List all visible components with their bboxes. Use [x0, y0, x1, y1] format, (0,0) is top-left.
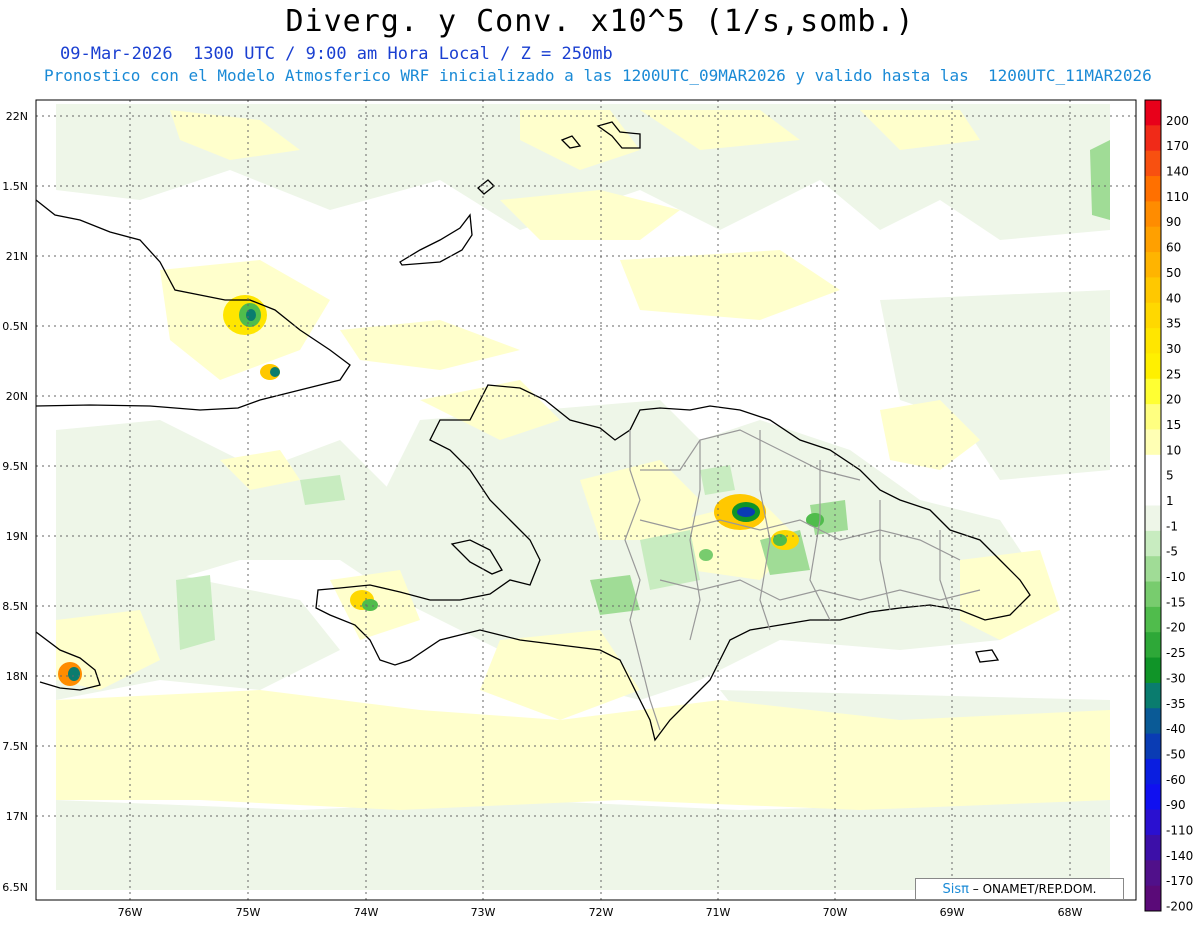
colorbar-swatch: [1145, 378, 1161, 405]
lat-label: 6.5N: [2, 881, 28, 894]
colorbar-label: 35: [1166, 317, 1181, 331]
lat-label: 21N: [6, 250, 28, 263]
colorbar-label: 60: [1166, 241, 1181, 255]
colorbar-swatch: [1145, 530, 1161, 557]
colorbar-swatch: [1145, 809, 1161, 836]
colorbar-label: 170: [1166, 139, 1189, 153]
sispi-logo: Sisπ: [942, 882, 969, 897]
colorbar-swatch: [1145, 176, 1161, 202]
colorbar-label: 30: [1166, 342, 1181, 356]
colorbar-label: 25: [1166, 367, 1181, 381]
colorbar: 200 170 140 110 90 60 50 40 35 30 25 20 15 10 5 1 -1 -5 -1…: [1144, 99, 1193, 914]
colorbar-label: -5: [1166, 545, 1178, 559]
colorbar-label: -15: [1166, 595, 1186, 609]
colorbar-swatch: [1145, 784, 1161, 811]
latitude-labels: 22N 1.5N 21N 0.5N 20N 9.5N 19N 8.5N 18N …: [2, 110, 28, 894]
colorbar-label: -10: [1166, 570, 1186, 584]
colorbar-label: 90: [1166, 215, 1181, 229]
colorbar-swatch: [1145, 150, 1161, 177]
colorbar-swatch: [1145, 480, 1161, 506]
colorbar-label: -30: [1166, 671, 1186, 685]
colorbar-swatch: [1145, 201, 1161, 228]
colorbar-swatch: [1145, 100, 1161, 126]
lon-label: 71W: [706, 906, 731, 919]
colorbar-swatch: [1145, 429, 1161, 456]
lon-label: 72W: [589, 906, 614, 919]
colorbar-swatch: [1145, 302, 1161, 329]
colorbar-swatch: [1145, 226, 1161, 253]
colorbar-swatch: [1145, 125, 1161, 152]
colorbar-swatch: [1145, 860, 1161, 887]
colorbar-label: -140: [1166, 849, 1193, 863]
colorbar-label: 20: [1166, 393, 1181, 407]
lat-label: 17N: [6, 810, 28, 823]
colorbar-label: -40: [1166, 722, 1186, 736]
colorbar-swatch: [1145, 556, 1161, 583]
lon-label: 75W: [236, 906, 261, 919]
colorbar-label: -1: [1166, 519, 1178, 533]
credit-text: – ONAMET/REP.DOM.: [968, 882, 1097, 896]
colorbar-swatch: [1145, 733, 1161, 760]
colorbar-label: 40: [1166, 291, 1181, 305]
colorbar-label: -110: [1166, 823, 1193, 837]
colorbar-label: -35: [1166, 697, 1186, 711]
colorbar-swatch: [1145, 682, 1161, 709]
colorbar-swatch: [1145, 353, 1161, 380]
lon-label: 68W: [1058, 906, 1083, 919]
colorbar-label: -170: [1166, 874, 1193, 888]
lat-label: 1.5N: [2, 180, 28, 193]
colorbar-label: 110: [1166, 190, 1189, 204]
longitude-labels: 76W 75W 74W 73W 72W 71W 70W 69W 68W: [118, 906, 1083, 919]
colorbar-label: -50: [1166, 747, 1186, 761]
colorbar-label: 50: [1166, 266, 1181, 280]
lat-label: 20N: [6, 390, 28, 403]
colorbar-swatch: [1145, 252, 1161, 278]
colorbar-label: 10: [1166, 443, 1181, 457]
colorbar-swatch: [1145, 758, 1161, 785]
colorbar-swatch: [1145, 632, 1161, 659]
lat-label: 7.5N: [2, 740, 28, 753]
lon-label: 70W: [823, 906, 848, 919]
colorbar-label: -20: [1166, 621, 1186, 635]
colorbar-label: 15: [1166, 418, 1181, 432]
colorbar-swatch: [1145, 581, 1161, 608]
lon-label: 76W: [118, 906, 143, 919]
colorbar-swatch: [1145, 328, 1161, 354]
colorbar-label: 1: [1166, 494, 1174, 508]
colorbar-label: 5: [1166, 469, 1174, 483]
colorbar-label: -90: [1166, 798, 1186, 812]
colorbar-swatch: [1145, 834, 1161, 861]
divergence-map: 22N 1.5N 21N 0.5N 20N 9.5N 19N 8.5N 18N …: [2, 99, 1193, 919]
credit-box: Sisπ – ONAMET/REP.DOM.: [915, 878, 1124, 900]
colorbar-swatch: [1145, 885, 1161, 912]
colorbar-label: -25: [1166, 646, 1186, 660]
lon-label: 74W: [354, 906, 379, 919]
colorbar-swatch: [1145, 404, 1161, 430]
colorbar-label: -200: [1166, 900, 1193, 914]
colorbar-swatch: [1145, 657, 1161, 684]
lat-label: 18N: [6, 670, 28, 683]
colorbar-label: -60: [1166, 773, 1186, 787]
colorbar-swatch: [1145, 606, 1161, 633]
lon-label: 69W: [940, 906, 965, 919]
colorbar-label: 140: [1166, 165, 1189, 179]
lat-label: 19N: [6, 530, 28, 543]
colorbar-swatch: [1145, 277, 1161, 304]
lat-label: 9.5N: [2, 460, 28, 473]
lat-label: 22N: [6, 110, 28, 123]
colorbar-swatch: [1145, 708, 1161, 735]
colorbar-label: 200: [1166, 114, 1189, 128]
lat-label: 0.5N: [2, 320, 28, 333]
colorbar-swatch: [1145, 454, 1161, 481]
colorbar-swatch: [1145, 505, 1161, 532]
lat-label: 8.5N: [2, 600, 28, 613]
lon-label: 73W: [471, 906, 496, 919]
